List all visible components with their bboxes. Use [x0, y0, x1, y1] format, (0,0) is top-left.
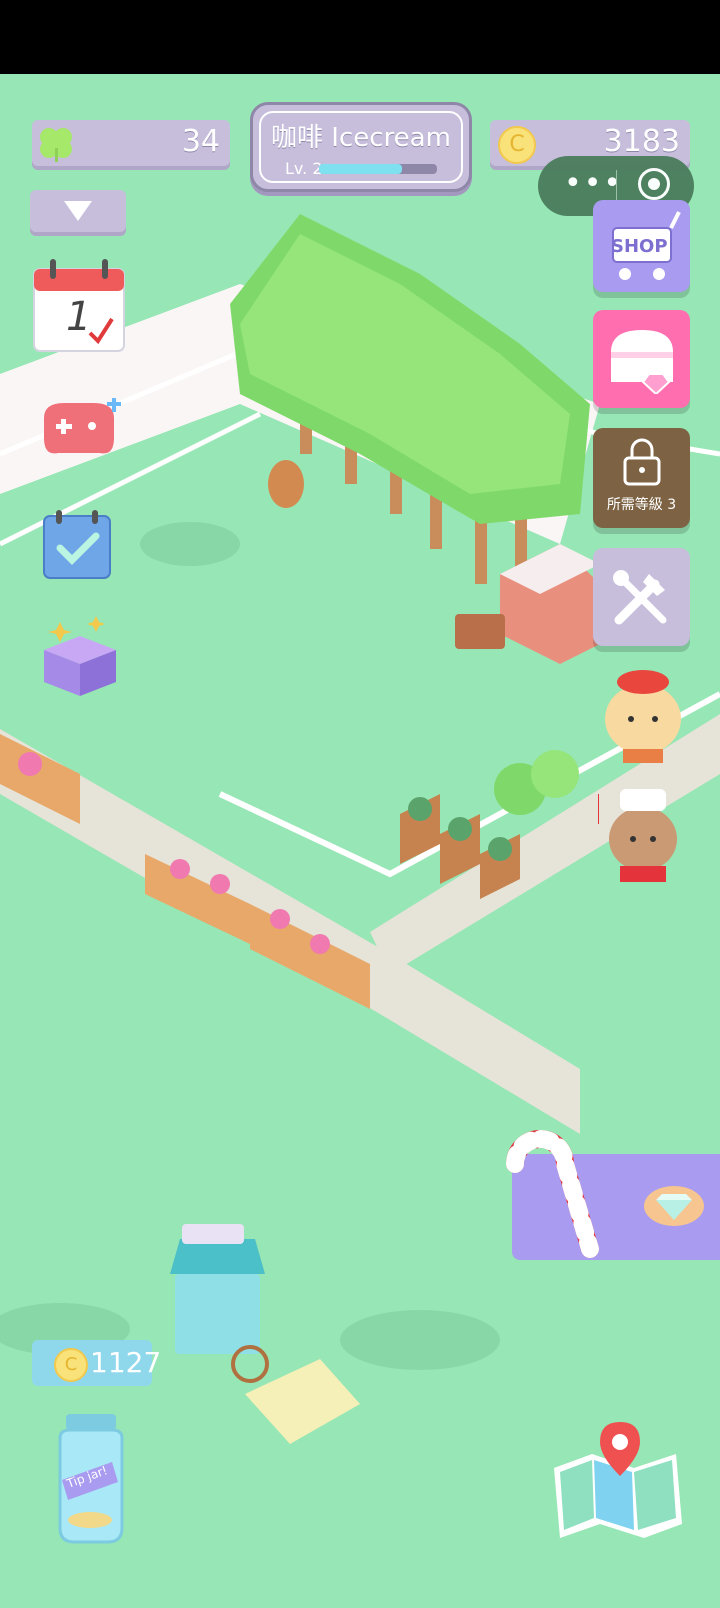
planters: [0, 734, 579, 1009]
lock-icon: [623, 438, 661, 486]
coin-count: 3183: [603, 124, 680, 159]
treasure-chest-icon: [611, 330, 673, 394]
locked-feature-button[interactable]: 所需等級 3: [593, 428, 690, 528]
clover-counter[interactable]: 34: [32, 120, 230, 166]
dropdown-button[interactable]: [30, 190, 126, 232]
tip-jar-counter[interactable]: C 1127: [32, 1340, 161, 1386]
level-label: Lv. 2: [285, 159, 323, 178]
tip-jar-coins: 1127: [90, 1346, 162, 1379]
locked-requirement: 所需等級 3: [606, 497, 677, 513]
rocking-chair: [455, 614, 505, 649]
treasure-button[interactable]: [593, 310, 690, 408]
tree-row: [230, 214, 590, 594]
character-cat-chef[interactable]: [593, 784, 688, 884]
picnic-blanket: [245, 1359, 360, 1444]
close-miniprogram-icon[interactable]: [638, 168, 670, 200]
character-dog-beret[interactable]: [593, 664, 693, 764]
shop-title-plate[interactable]: 咖啡 Icecream Lv. 2: [250, 102, 472, 192]
calendar-day: 1: [66, 294, 92, 340]
gamepad-icon[interactable]: [34, 398, 124, 458]
shop-name: 咖啡 Icecream: [271, 123, 451, 153]
shop-label: SHOP: [611, 236, 668, 257]
build-tools-button[interactable]: [593, 548, 690, 646]
level-progress-fill: [319, 164, 402, 174]
checklist-icon[interactable]: [42, 508, 114, 580]
candy-cane-icon[interactable]: [495, 1119, 615, 1269]
icecream-cart: [170, 1224, 269, 1383]
map-icon[interactable]: [548, 1418, 688, 1542]
coin-icon: C: [498, 126, 536, 164]
diamond-icon[interactable]: [642, 1184, 706, 1228]
clover-count: 34: [181, 124, 220, 159]
tip-coin-icon: C: [54, 1348, 88, 1382]
gift-box-icon[interactable]: [38, 612, 124, 698]
clover-icon: [40, 128, 72, 162]
tree-stump: [268, 460, 304, 508]
tools-icon: [613, 570, 667, 625]
more-options-icon[interactable]: •••: [564, 166, 623, 201]
level-progress-bar: [319, 164, 437, 174]
dropdown-icon: [64, 201, 92, 221]
shop-button[interactable]: SHOP: [593, 200, 690, 292]
